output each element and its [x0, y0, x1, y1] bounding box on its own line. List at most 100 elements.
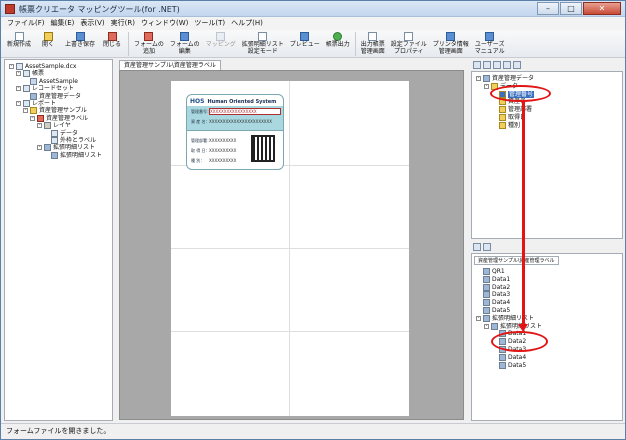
tree-node[interactable]: - レポート: [16, 100, 56, 107]
tree-node[interactable]: Data5: [492, 361, 526, 369]
field-label-date: 取 得 日：: [191, 148, 210, 153]
expand-toggle-icon[interactable]: -: [16, 101, 21, 106]
output-icon: [333, 32, 343, 41]
menu-edit[interactable]: 編集(E): [51, 17, 75, 30]
menu-view[interactable]: 表示(V): [80, 17, 104, 30]
tree-node[interactable]: QR1: [476, 268, 505, 275]
tree-node-label: 管理部署: [508, 106, 533, 114]
tree-node-label: 資産管理ラベル: [46, 114, 89, 122]
company-logo: HOS: [190, 98, 205, 105]
field-value-id[interactable]: XXXXXXXXXXXXXXXXX: [209, 108, 281, 115]
tree-node[interactable]: 取得日: [492, 114, 526, 121]
menu-window[interactable]: ウィンドウ(W): [141, 17, 188, 30]
tree-node[interactable]: AssetSample: [23, 77, 78, 85]
qr-code[interactable]: [251, 135, 275, 162]
mapping-arrow-head: [518, 324, 528, 332]
open-folder-icon: [43, 32, 53, 41]
asset-label-card[interactable]: HOS Human Oriented System 管理番号： XXXXXXXX…: [186, 94, 284, 170]
manual-button[interactable]: ユーザーズ マニュアル: [472, 30, 508, 57]
tree-node[interactable]: 管理部署: [492, 106, 533, 114]
field-label-id: 管理番号：: [191, 109, 211, 114]
node-icon: [30, 77, 37, 85]
field-value-type[interactable]: XXXXXXXXXX: [209, 158, 236, 163]
expand-toggle-icon[interactable]: -: [9, 64, 14, 69]
open-button[interactable]: 開く: [34, 30, 62, 57]
tree-node[interactable]: 種別: [492, 121, 520, 129]
expand-toggle-icon[interactable]: -: [476, 76, 481, 81]
expand-toggle-icon[interactable]: -: [484, 323, 489, 329]
output-manage-button[interactable]: 出力帳票 管理画面: [358, 30, 388, 57]
tree-node-label: Data1: [492, 275, 511, 283]
field-value-name[interactable]: XXXXXXXXXXXXXXXXXXXXXXX: [209, 119, 272, 124]
maximize-button[interactable]: □: [560, 2, 582, 15]
menu-help[interactable]: ヘルプ(H): [231, 17, 263, 30]
tree-node[interactable]: - 帳票: [16, 70, 44, 78]
field-value-date[interactable]: XXXXXXXXXX: [209, 148, 236, 153]
tree-node[interactable]: - AssetSample.dcx: [9, 63, 76, 70]
tree-node[interactable]: Data1: [476, 275, 511, 283]
detail-list-mode-button[interactable]: 拡張明細リスト 設定モード: [239, 30, 287, 57]
new-doc-icon: [14, 32, 24, 41]
properties-icon[interactable]: [513, 61, 521, 69]
expand-toggle-icon[interactable]: -: [16, 86, 21, 92]
node-icon: [483, 291, 490, 299]
tree-node[interactable]: データ: [44, 129, 78, 137]
menu-file[interactable]: ファイル(F): [7, 17, 45, 30]
save-button[interactable]: 上書き保存: [62, 30, 98, 57]
tree-node[interactable]: Data2: [476, 283, 510, 291]
close-button[interactable]: ✕: [583, 2, 621, 15]
tree-node[interactable]: - 拡張明細リスト: [484, 322, 542, 330]
data-toolbar: [471, 59, 623, 71]
minimize-button[interactable]: –: [537, 2, 559, 15]
tree-node[interactable]: - 拡張明細リスト: [476, 314, 534, 322]
tree-node[interactable]: - 資産管理データ: [476, 75, 534, 82]
node-icon: [499, 361, 506, 369]
menu-bar: ファイル(F) 編集(E) 表示(V) 実行(R) ウィンドウ(W) ツール(T…: [1, 17, 625, 30]
settings-file-button[interactable]: 設定ファイル プロパティ: [388, 30, 430, 57]
expand-toggle-icon[interactable]: -: [23, 108, 28, 114]
node-icon: [483, 299, 490, 307]
tree-node[interactable]: Data4: [492, 353, 526, 361]
add-field-icon[interactable]: [483, 61, 491, 69]
expand-toggle-icon[interactable]: -: [476, 315, 481, 321]
expand-toggle-icon[interactable]: -: [16, 71, 21, 77]
edit-field-icon[interactable]: [493, 61, 501, 69]
menu-tools[interactable]: ツール(T): [194, 17, 225, 30]
printer-manage-button[interactable]: プリンタ情報 管理画面: [430, 30, 472, 57]
tree-node[interactable]: 拡張明細リスト: [44, 151, 102, 159]
field-value-dept[interactable]: XXXXXXXXXX: [209, 138, 236, 143]
tree-node[interactable]: - 資産管理ラベル: [30, 114, 89, 122]
refresh-icon[interactable]: [473, 61, 481, 69]
brand-text: Human Oriented System: [207, 98, 277, 105]
close-doc-button[interactable]: 閉じる: [98, 30, 126, 57]
toolbar: 新規作成 開く 上書き保存 閉じる フォームの 追加 フォームの 編集 マッピン…: [1, 30, 625, 58]
list-view-icon[interactable]: [473, 243, 481, 251]
expand-toggle-icon[interactable]: -: [30, 115, 35, 121]
expand-toggle-icon[interactable]: -: [37, 123, 42, 129]
tree-node[interactable]: 資産管理データ: [23, 92, 81, 100]
new-button[interactable]: 新規作成: [4, 30, 34, 57]
expand-toggle-icon[interactable]: -: [37, 145, 42, 151]
edit-form-button[interactable]: フォームの 編集: [167, 30, 203, 57]
node-icon: [16, 63, 23, 70]
output-button[interactable]: 帳票出力: [323, 30, 353, 57]
mapping-button[interactable]: マッピング: [203, 30, 239, 57]
expand-toggle-icon[interactable]: -: [484, 83, 489, 89]
map-view-icon[interactable]: [483, 243, 491, 251]
preview-button[interactable]: プレビュー: [287, 30, 323, 57]
tree-node[interactable]: Data5: [476, 307, 510, 314]
add-form-button[interactable]: フォームの 追加: [131, 30, 167, 57]
tree-node[interactable]: - 拡張明細リスト: [37, 144, 95, 152]
tree-node[interactable]: Data3: [476, 291, 510, 299]
tree-node[interactable]: - レコードセット: [16, 85, 74, 93]
doc-tab[interactable]: 資産管理サンプル\資産管理ラベル: [119, 60, 221, 70]
delete-field-icon[interactable]: [503, 61, 511, 69]
tree-node[interactable]: - レイヤ: [37, 122, 71, 130]
form-items-tab[interactable]: 資産管理サンプル\資産管理ラベル: [474, 256, 559, 265]
tree-node[interactable]: - 資産管理サンプル: [23, 107, 87, 115]
node-icon: [23, 100, 30, 107]
menu-run[interactable]: 実行(R): [111, 17, 135, 30]
tree-node[interactable]: Data4: [476, 299, 510, 307]
tree-node[interactable]: 外枠とラベル: [44, 137, 96, 144]
design-canvas[interactable]: HOS Human Oriented System 管理番号： XXXXXXXX…: [119, 70, 464, 420]
